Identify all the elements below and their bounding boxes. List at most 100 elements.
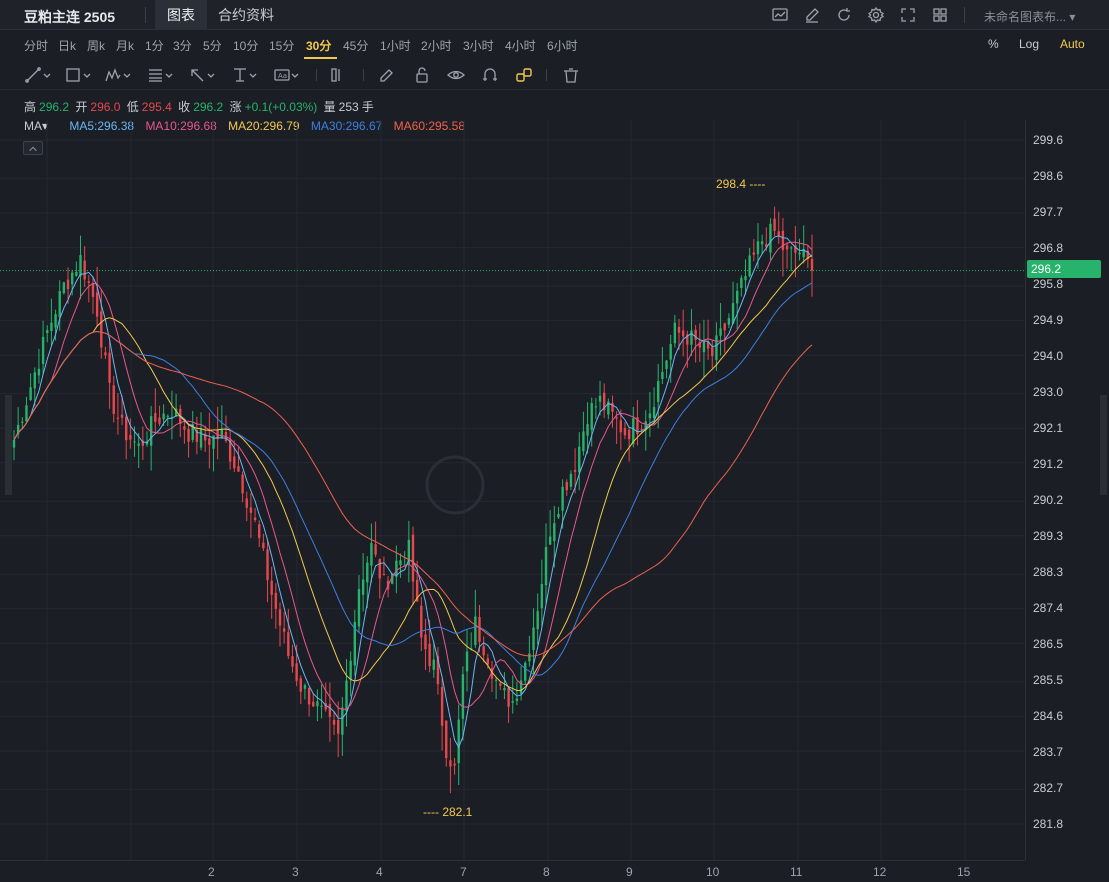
date-tick: 10 (706, 865, 720, 879)
period-option[interactable]: 10分 (233, 37, 258, 54)
candle-body (62, 282, 66, 294)
candle-body (690, 330, 693, 345)
log-scale-button[interactable]: Log (1019, 37, 1039, 51)
left-scroll-handle[interactable] (5, 395, 12, 495)
last-price-badge: 296.2 (1027, 260, 1101, 278)
price-tick: 288.3 (1033, 565, 1064, 579)
candle-body (245, 498, 248, 508)
date-tick: 9 (626, 865, 633, 879)
period-option[interactable]: 1分 (145, 37, 164, 54)
candle-body (208, 438, 211, 445)
settings-icon[interactable] (867, 6, 885, 24)
percent-scale-button[interactable]: % (988, 37, 999, 51)
period-option[interactable]: 月k (116, 37, 134, 54)
period-option-active[interactable]: 30分 (306, 37, 331, 54)
high-value: 296.2 (39, 100, 70, 114)
tab-contract-info[interactable]: 合约资料 (206, 0, 286, 30)
layout-name-dropdown[interactable]: 未命名图表布... ▾ (984, 8, 1075, 25)
period-option[interactable]: 2小时 (421, 37, 452, 54)
pencil-icon[interactable] (375, 66, 403, 84)
volume-value: 253 (338, 100, 359, 114)
candle-body (303, 685, 307, 689)
period-option[interactable]: 分时 (24, 37, 48, 54)
period-option[interactable]: 3分 (173, 37, 192, 54)
rectangle-icon[interactable] (64, 66, 92, 84)
candle-body (515, 698, 519, 702)
right-scroll-handle[interactable] (1100, 395, 1107, 495)
candle-body (158, 417, 161, 424)
pattern-icon[interactable] (104, 66, 132, 84)
price-tick: 290.2 (1033, 493, 1064, 507)
fib-icon[interactable] (146, 66, 174, 84)
candle-body (594, 406, 598, 408)
refresh-icon[interactable] (835, 6, 853, 24)
candle-body (677, 326, 681, 333)
trash-icon[interactable] (558, 66, 586, 84)
candle-body (249, 507, 253, 513)
arrow-icon[interactable] (188, 66, 216, 84)
candle-body (715, 335, 718, 360)
lock-icon[interactable] (409, 66, 437, 84)
period-option[interactable]: 15分 (269, 37, 294, 54)
candle-body (199, 428, 203, 448)
measure-icon[interactable] (230, 66, 258, 84)
candle-body (378, 558, 381, 579)
candle-body (449, 760, 452, 767)
fullscreen-icon[interactable] (899, 6, 917, 24)
candle-body (557, 514, 560, 518)
draw-icon[interactable] (803, 6, 821, 24)
period-option[interactable]: 45分 (343, 37, 368, 54)
candle-body (382, 574, 386, 576)
period-option[interactable]: 5分 (203, 37, 222, 54)
date-tick: 11 (790, 865, 803, 879)
svg-text:Aa: Aa (278, 72, 287, 80)
candle-body (104, 352, 107, 356)
candle-body (548, 536, 552, 545)
date-axis[interactable]: 2 3 4 7 8 9 10 11 12 15 (0, 860, 1025, 882)
watermark-logo (425, 455, 485, 515)
period-option[interactable]: 3小时 (463, 37, 494, 54)
period-option[interactable]: 6小时 (547, 37, 578, 54)
candle-body (735, 290, 739, 304)
eye-icon[interactable] (443, 66, 471, 84)
period-option[interactable]: 日k (58, 37, 76, 54)
candle-body (503, 687, 506, 691)
period-option[interactable]: 周k (87, 37, 105, 54)
price-tick: 282.7 (1033, 781, 1064, 795)
layout-grid-icon[interactable] (931, 6, 949, 24)
link-icon[interactable] (511, 66, 539, 84)
chart-icon[interactable] (771, 6, 789, 24)
tab-chart[interactable]: 图表 (155, 0, 207, 30)
candle-body (623, 427, 627, 436)
low-annotation: ---- 282.1 (423, 805, 473, 819)
ma-line-5 (13, 235, 813, 749)
candle-body (41, 336, 45, 365)
candle-body (237, 466, 240, 472)
volume-unit: 手 (361, 100, 374, 114)
auto-scale-button[interactable]: Auto (1060, 37, 1085, 51)
price-axis[interactable]: 299.6 298.6 297.7 296.8 295.8 294.9 294.… (1025, 120, 1109, 860)
candle-body (253, 517, 257, 521)
layout-icon[interactable] (328, 66, 356, 84)
period-option[interactable]: 1小时 (380, 37, 411, 54)
candle-body (420, 605, 423, 638)
candle-body (116, 417, 120, 419)
candle-body (445, 720, 448, 759)
price-chart[interactable] (0, 120, 1025, 860)
candle-body (312, 701, 315, 707)
candle-body (66, 279, 70, 290)
candle-body (440, 687, 444, 726)
candle-body (507, 687, 510, 707)
trendline-icon[interactable] (24, 66, 52, 84)
candle-body (785, 245, 789, 250)
drawing-toolbar: Aa (0, 60, 1109, 90)
candle-body (756, 241, 760, 255)
candle-body (652, 407, 656, 419)
magnet-icon[interactable] (477, 66, 505, 84)
price-tick: 287.4 (1033, 601, 1064, 615)
period-selector: 分时 日k 周k 月k 1分 3分 5分 10分 15分 30分 45分 1小时… (0, 31, 1109, 59)
candle-body (112, 385, 115, 414)
period-option[interactable]: 4小时 (505, 37, 536, 54)
candle-body (295, 663, 298, 681)
text-icon[interactable]: Aa (272, 66, 300, 84)
